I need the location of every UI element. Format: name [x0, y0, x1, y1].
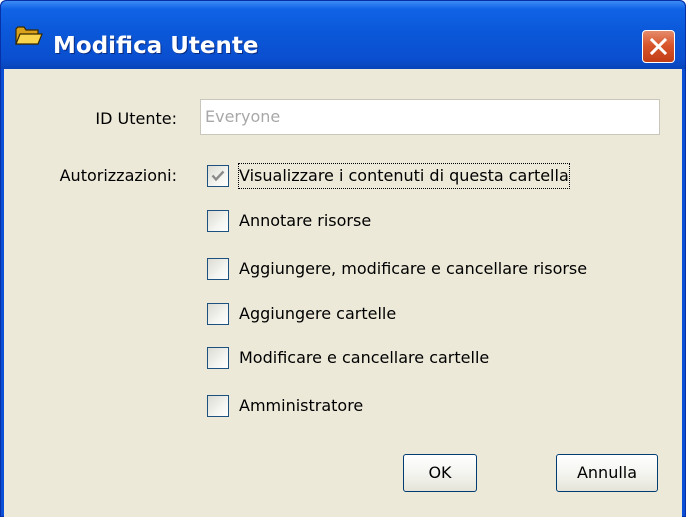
- permission-manage-resources-checkbox[interactable]: [207, 258, 229, 280]
- permission-annotate-resources-label: Annotare risorse: [239, 211, 372, 230]
- cancel-button[interactable]: Annulla: [556, 454, 658, 492]
- permission-view-contents-label: Visualizzare i contenuti di questa carte…: [238, 163, 570, 189]
- permission-add-folders-checkbox[interactable]: [207, 303, 229, 325]
- dialog-body: ID Utente: Everyone Autorizzazioni: Visu…: [4, 69, 682, 517]
- permission-administrator-checkbox[interactable]: [207, 395, 229, 417]
- user-id-label: ID Utente:: [95, 109, 177, 128]
- permission-manage-resources-label: Aggiungere, modificare e cancellare riso…: [239, 259, 588, 278]
- permission-manage-folders-label: Modificare e cancellare cartelle: [239, 348, 490, 367]
- user-id-field[interactable]: Everyone: [200, 99, 660, 135]
- title-bar[interactable]: Modifica Utente: [1, 1, 685, 69]
- ok-button[interactable]: OK: [403, 454, 477, 492]
- permissions-label: Autorizzazioni:: [59, 166, 177, 185]
- close-button[interactable]: [642, 30, 675, 63]
- folder-icon: [15, 23, 43, 47]
- permission-add-folders-label: Aggiungere cartelle: [239, 304, 397, 323]
- permission-view-contents-checkbox[interactable]: [207, 165, 229, 187]
- dialog-window: Modifica Utente ID Utente: Everyone Auto…: [0, 0, 686, 517]
- permission-administrator-label: Amministratore: [239, 396, 364, 415]
- window-title: Modifica Utente: [53, 33, 259, 59]
- permission-manage-folders-checkbox[interactable]: [207, 347, 229, 369]
- permission-annotate-resources-checkbox[interactable]: [207, 210, 229, 232]
